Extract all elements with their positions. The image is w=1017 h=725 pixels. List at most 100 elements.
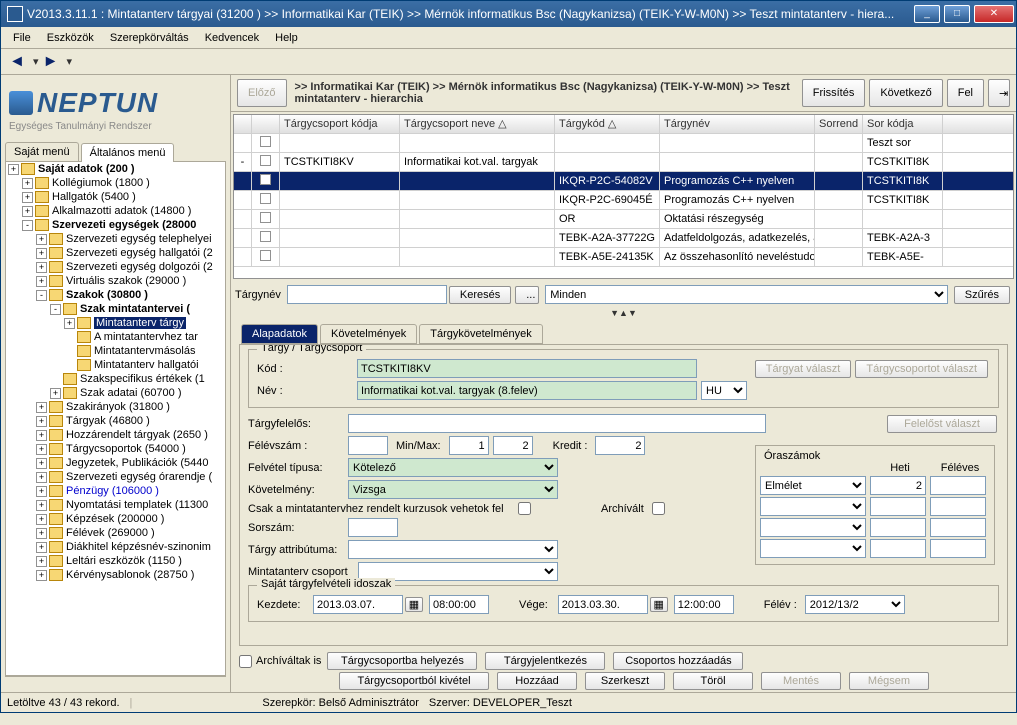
tree-toggle-icon[interactable]: + (64, 318, 75, 329)
tree-node[interactable]: -Szakok (30800 ) (6, 288, 225, 302)
menu-rolechange[interactable]: Szerepkörváltás (102, 30, 197, 46)
tree-node[interactable]: Szakspecifikus értékek (1 (6, 372, 225, 386)
place-in-group-button[interactable]: Tárgycsoportba helyezés (327, 652, 477, 670)
tree-node[interactable]: +Szervezeti egység hallgatói (2 (6, 246, 225, 260)
tree-node[interactable]: Mintatantervmásolás (6, 344, 225, 358)
tree-toggle-icon[interactable]: - (36, 290, 47, 301)
hours-type-2[interactable] (760, 497, 866, 516)
code-input[interactable] (357, 359, 697, 378)
tree-node[interactable]: +Kollégiumok (1800 ) (6, 176, 225, 190)
pin-icon[interactable]: ⇥ (988, 79, 1010, 107)
menu-favorites[interactable]: Kedvencek (197, 30, 267, 46)
tree-toggle-icon[interactable]: + (22, 192, 33, 203)
requirement-select[interactable]: Vizsga (348, 480, 558, 499)
col-subject-code[interactable]: Tárgykód △ (555, 115, 660, 133)
tree-toggle-icon[interactable]: + (8, 164, 19, 175)
select-responsible-button[interactable]: Felelőst választ (887, 415, 997, 433)
save-button[interactable]: Mentés (761, 672, 841, 690)
tree-node[interactable]: +Diákhitel képzésnév-szinonim (6, 540, 225, 554)
tree-node[interactable]: +Hozzárendelt tárgyak (2650 ) (6, 428, 225, 442)
tree-toggle-icon[interactable]: + (36, 500, 47, 511)
tree-node[interactable]: +Szervezeti egység telephelyei (6, 232, 225, 246)
archived-checkbox[interactable] (652, 502, 665, 515)
tree-toggle-icon[interactable]: + (36, 262, 47, 273)
tab-subject-requirements[interactable]: Tárgykövetelmények (419, 324, 543, 344)
table-row[interactable]: Teszt sor (234, 134, 1013, 153)
serial-input[interactable] (348, 518, 398, 537)
tree-node[interactable]: +Félévek (269000 ) (6, 526, 225, 540)
row-checkbox[interactable] (260, 155, 271, 166)
min-input[interactable] (449, 436, 489, 455)
tab-requirements[interactable]: Követelmények (320, 324, 417, 344)
tree-node[interactable]: +Tárgycsoportok (54000 ) (6, 442, 225, 456)
tree-toggle-icon[interactable]: + (36, 234, 47, 245)
tree-toggle-icon[interactable]: - (50, 304, 61, 315)
nav-back-icon[interactable]: ◄ (5, 51, 29, 73)
tree-toggle-icon[interactable]: + (36, 472, 47, 483)
semester-select[interactable]: 2012/13/2 (805, 595, 905, 614)
tab-general-menu[interactable]: Általános menü (81, 143, 175, 162)
tree-node[interactable]: +Szakirányok (31800 ) (6, 400, 225, 414)
col-row-code[interactable]: Sor kódja (863, 115, 943, 133)
table-row[interactable]: OROktatási részegység (234, 210, 1013, 229)
up-button[interactable]: Fel (947, 79, 984, 107)
select-subject-button[interactable]: Tárgyat választ (755, 360, 852, 378)
tree-toggle-icon[interactable]: + (36, 542, 47, 553)
tree-node[interactable]: +Leltári eszközök (1150 ) (6, 554, 225, 568)
tree-node[interactable]: +Pénzügy (106000 ) (6, 484, 225, 498)
tree-node[interactable]: +Képzések (200000 ) (6, 512, 225, 526)
tab-basedata[interactable]: Alapadatok (241, 324, 318, 344)
refresh-button[interactable]: Frissítés (802, 79, 866, 107)
table-row[interactable]: -TCSTKITI8KVInformatikai kot.val. targya… (234, 153, 1013, 172)
table-row[interactable]: IKQR-P2C-54082VProgramozás C++ nyelvenTC… (234, 172, 1013, 191)
tree-toggle-icon[interactable]: + (36, 556, 47, 567)
tree-node[interactable]: +Alkalmazotti adatok (14800 ) (6, 204, 225, 218)
tree-node[interactable]: +Kérvénysablonok (28750 ) (6, 568, 225, 582)
tree-scrollbar[interactable] (5, 676, 226, 692)
tree-node[interactable]: +Hallgatók (5400 ) (6, 190, 225, 204)
tree-toggle-icon[interactable]: - (22, 220, 33, 231)
minimize-button[interactable]: _ (914, 5, 940, 23)
group-add-button[interactable]: Csoportos hozzáadás (613, 652, 743, 670)
delete-button[interactable]: Töröl (673, 672, 753, 690)
only-courses-checkbox[interactable] (518, 502, 531, 515)
add-button[interactable]: Hozzáad (497, 672, 577, 690)
tab-own-menu[interactable]: Saját menü (5, 142, 79, 161)
col-check[interactable] (252, 115, 280, 133)
col-subject-name[interactable]: Tárgynév (660, 115, 815, 133)
tree-toggle-icon[interactable]: + (36, 430, 47, 441)
tree-toggle-icon[interactable]: + (36, 514, 47, 525)
table-row[interactable]: TEBK-A5E-24135KAz összehasonlító nevelés… (234, 248, 1013, 267)
menu-help[interactable]: Help (267, 30, 306, 46)
tree-toggle-icon[interactable]: + (36, 486, 47, 497)
tree-toggle-icon[interactable]: + (36, 570, 47, 581)
start-date-input[interactable] (313, 595, 403, 614)
edit-button[interactable]: Szerkeszt (585, 672, 665, 690)
hours-weekly-3[interactable] (870, 518, 926, 537)
col-order[interactable]: Sorrend (815, 115, 863, 133)
tree-toggle-icon[interactable]: + (36, 248, 47, 259)
tree-toggle-icon[interactable]: + (22, 178, 33, 189)
tree-node[interactable]: A mintatantervhez tar (6, 330, 225, 344)
hours-sem-3[interactable] (930, 518, 986, 537)
hours-sem-2[interactable] (930, 497, 986, 516)
filter-button[interactable]: Szűrés (954, 286, 1010, 304)
tree-toggle-icon[interactable]: + (36, 416, 47, 427)
tree-toggle-icon[interactable]: + (22, 206, 33, 217)
select-group-button[interactable]: Tárgycsoportot választ (855, 360, 988, 378)
search-button[interactable]: Keresés (449, 286, 511, 304)
row-checkbox[interactable] (260, 212, 271, 223)
enroll-type-select[interactable]: Kötelező (348, 458, 558, 477)
hours-sem-4[interactable] (930, 539, 986, 558)
nav-forward-icon[interactable]: ► (39, 51, 63, 73)
hours-weekly-4[interactable] (870, 539, 926, 558)
end-date-input[interactable] (558, 595, 648, 614)
tree-node[interactable]: +Tárgyak (46800 ) (6, 414, 225, 428)
tree-view[interactable]: +Saját adatok (200 )+Kollégiumok (1800 )… (5, 161, 226, 676)
tree-toggle-icon[interactable]: + (36, 444, 47, 455)
tree-toggle-icon[interactable]: + (36, 402, 47, 413)
search-input[interactable] (287, 285, 447, 304)
lang-select[interactable]: HU (701, 381, 747, 400)
hours-type-1[interactable]: Elmélet (760, 476, 866, 495)
max-input[interactable] (493, 436, 533, 455)
